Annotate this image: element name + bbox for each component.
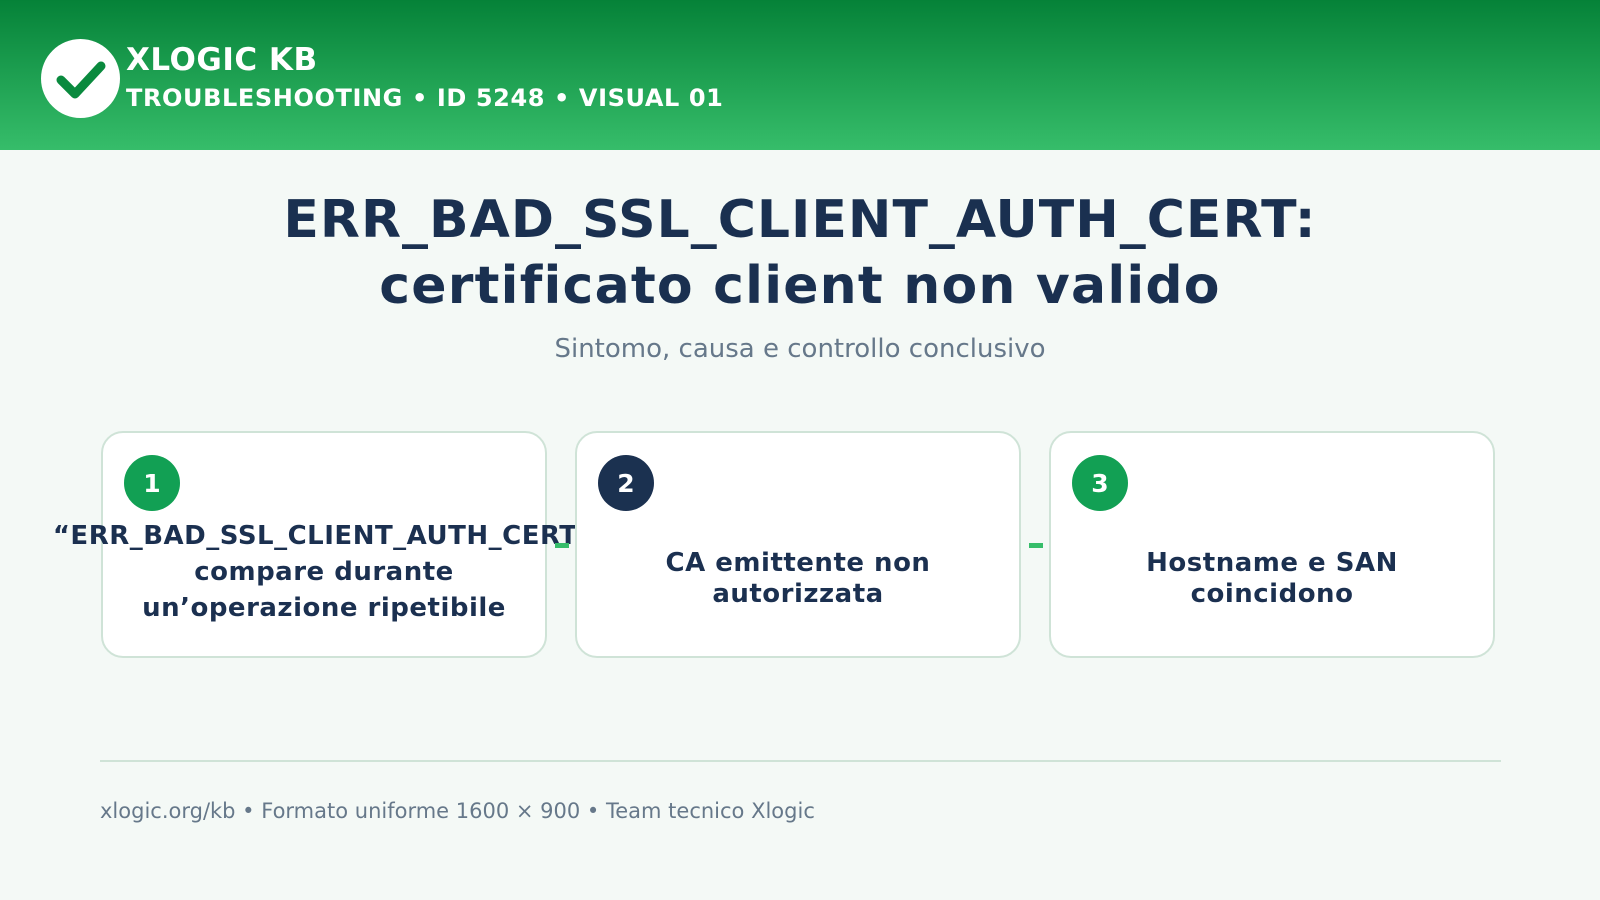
checkmark-icon — [41, 39, 120, 118]
footer-divider — [100, 760, 1501, 762]
step-number-badge: 2 — [598, 455, 654, 511]
brand-name: XLOGIC KB — [126, 42, 318, 78]
step-card-3: 3 Hostname e SAN coincidono — [1049, 431, 1495, 658]
brand-subtitle: TROUBLESHOOTING • ID 5248 • VISUAL 01 — [126, 84, 724, 112]
step-number-badge: 3 — [1072, 455, 1128, 511]
page-title-line-2: certificato client non valido — [379, 256, 1221, 316]
header-banner: XLOGIC KB TROUBLESHOOTING • ID 5248 • VI… — [0, 0, 1600, 150]
step-text: Hostname e SAN coincidono — [1146, 548, 1398, 609]
page-title-line-1: ERR_BAD_SSL_CLIENT_AUTH_CERT: — [283, 190, 1317, 250]
page-subtitle: Sintomo, causa e controllo conclusivo — [554, 334, 1046, 364]
step-number-badge: 1 — [124, 455, 180, 511]
footer-text: xlogic.org/kb • Formato uniforme 1600 × … — [100, 799, 815, 823]
step-card-2: 2 CA emittente non autorizzata — [575, 431, 1021, 658]
step-card-1: 1 “ERR_BAD_SSL_CLIENT_AUTH_CERT” compare… — [53, 431, 595, 658]
